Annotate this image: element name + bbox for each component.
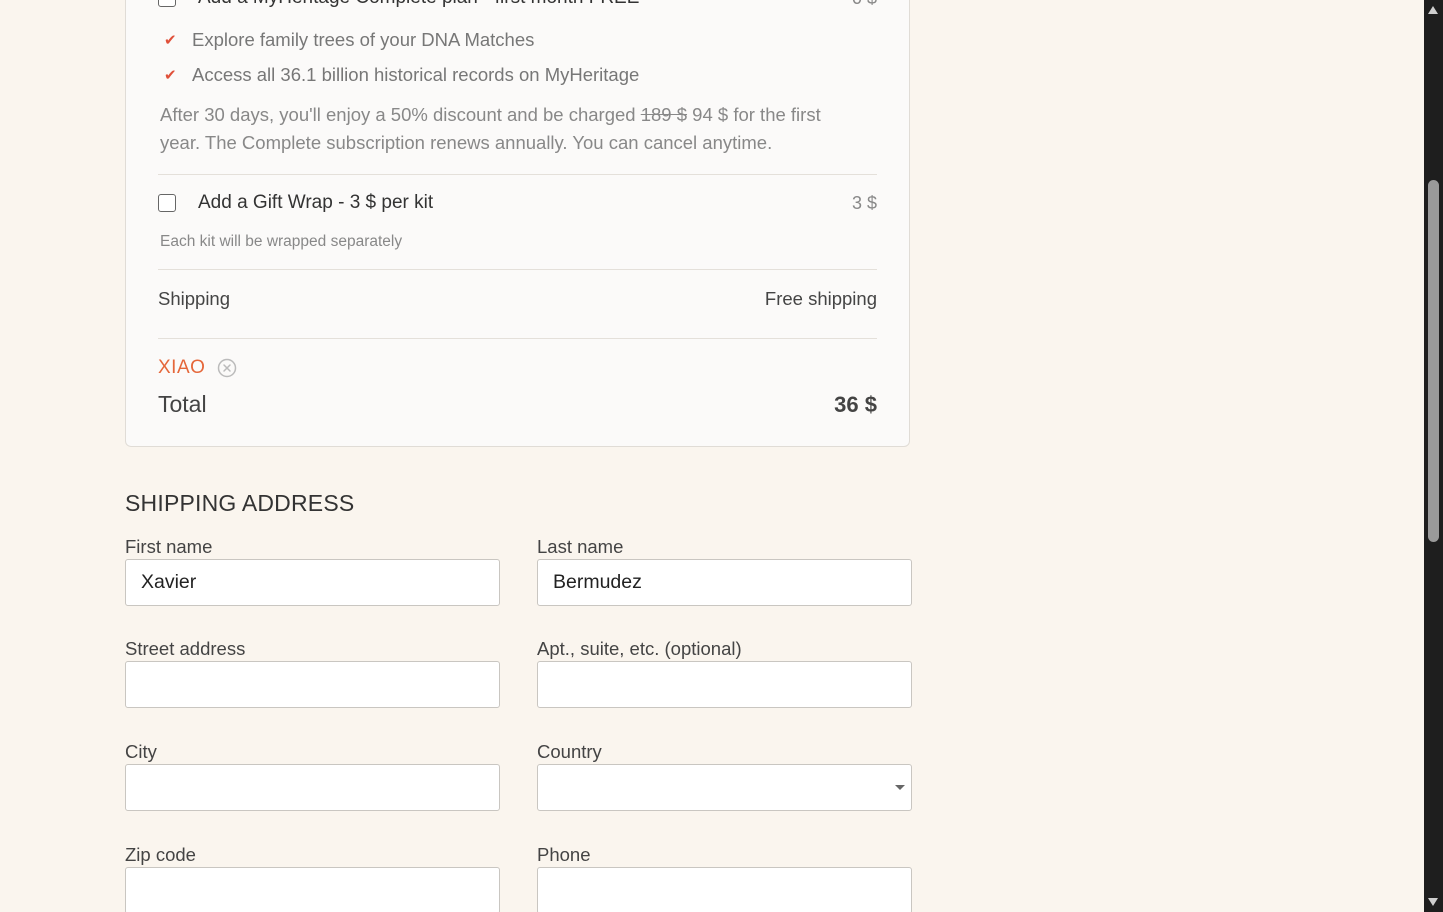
complete-plan-checkbox[interactable] — [158, 0, 176, 7]
street-address-label: Street address — [125, 638, 246, 659]
divider — [158, 338, 877, 339]
first-name-label: First name — [125, 536, 213, 557]
check-icon: ✔ — [164, 67, 177, 84]
shipping-row: Shipping Free shipping — [158, 288, 877, 310]
city-field: City — [125, 740, 500, 811]
complete-plan-addon[interactable]: Add a MyHeritage Complete plan - first m… — [158, 0, 877, 9]
gift-wrap-checkbox[interactable] — [158, 194, 176, 212]
complete-plan-note: After 30 days, you'll enjoy a 50% discou… — [160, 101, 860, 157]
country-select[interactable] — [537, 764, 912, 811]
phone-field: Phone — [537, 843, 912, 912]
total-value: 36 $ — [834, 392, 877, 417]
feature-text: Explore family trees of your DNA Matches — [192, 29, 535, 50]
apt-input[interactable] — [537, 661, 912, 708]
first-name-field: First name — [125, 535, 500, 606]
apt-field: Apt., suite, etc. (optional) — [537, 637, 912, 708]
first-name-input[interactable] — [125, 559, 500, 606]
country-field: Country — [537, 740, 912, 811]
zip-code-field: Zip code — [125, 843, 500, 912]
gift-wrap-title: Add a Gift Wrap - 3 $ per kit — [198, 192, 434, 213]
complete-plan-price: 0 $ — [852, 0, 877, 9]
last-name-label: Last name — [537, 536, 624, 557]
note-prefix: After 30 days, you'll enjoy a 50% discou… — [160, 104, 641, 125]
check-icon: ✔ — [164, 32, 177, 49]
gift-wrap-note: Each kit will be wrapped separately — [160, 233, 403, 250]
divider — [158, 174, 877, 175]
scrollbar-thumb[interactable] — [1428, 180, 1439, 542]
street-address-field: Street address — [125, 637, 500, 708]
total-row: Total 36 $ — [158, 391, 877, 418]
scroll-down-arrow-icon[interactable] — [1428, 898, 1438, 906]
new-price: 94 $ — [687, 104, 729, 125]
zip-code-input[interactable] — [125, 867, 500, 912]
street-address-input[interactable] — [125, 661, 500, 708]
country-label: Country — [537, 741, 602, 762]
shipping-address-title: SHIPPING ADDRESS — [125, 490, 355, 516]
old-price: 189 $ — [640, 104, 688, 125]
feature-item: ✔ Explore family trees of your DNA Match… — [164, 29, 534, 51]
last-name-field: Last name — [537, 535, 912, 606]
phone-input[interactable] — [537, 867, 912, 912]
vertical-scrollbar[interactable] — [1424, 0, 1443, 912]
scroll-up-arrow-icon[interactable] — [1428, 6, 1438, 14]
gift-wrap-price: 3 $ — [851, 192, 877, 213]
city-input[interactable] — [125, 764, 500, 811]
gift-wrap-addon[interactable]: Add a Gift Wrap - 3 $ per kit 3 $ — [158, 192, 877, 214]
checkout-page: Add a MyHeritage Complete plan - first m… — [0, 0, 1424, 912]
phone-label: Phone — [537, 844, 591, 865]
feature-text: Access all 36.1 billion historical recor… — [192, 64, 640, 85]
complete-plan-title: Add a MyHeritage Complete plan - first m… — [198, 0, 852, 9]
total-label: Total — [158, 391, 207, 417]
last-name-input[interactable] — [537, 559, 912, 606]
coupon-code: XIAO — [158, 357, 206, 378]
feature-item: ✔ Access all 36.1 billion historical rec… — [164, 64, 639, 86]
shipping-label: Shipping — [158, 288, 231, 309]
order-summary-card: Add a MyHeritage Complete plan - first m… — [125, 0, 910, 447]
country-select-value[interactable] — [537, 764, 912, 811]
city-label: City — [125, 741, 157, 762]
close-circle-icon[interactable] — [217, 358, 237, 378]
applied-coupon: XIAO — [158, 357, 237, 379]
divider — [158, 269, 877, 270]
shipping-value: Free shipping — [764, 288, 877, 309]
chevron-down-icon — [895, 785, 905, 790]
apt-label: Apt., suite, etc. (optional) — [537, 638, 742, 659]
zip-code-label: Zip code — [125, 844, 196, 865]
